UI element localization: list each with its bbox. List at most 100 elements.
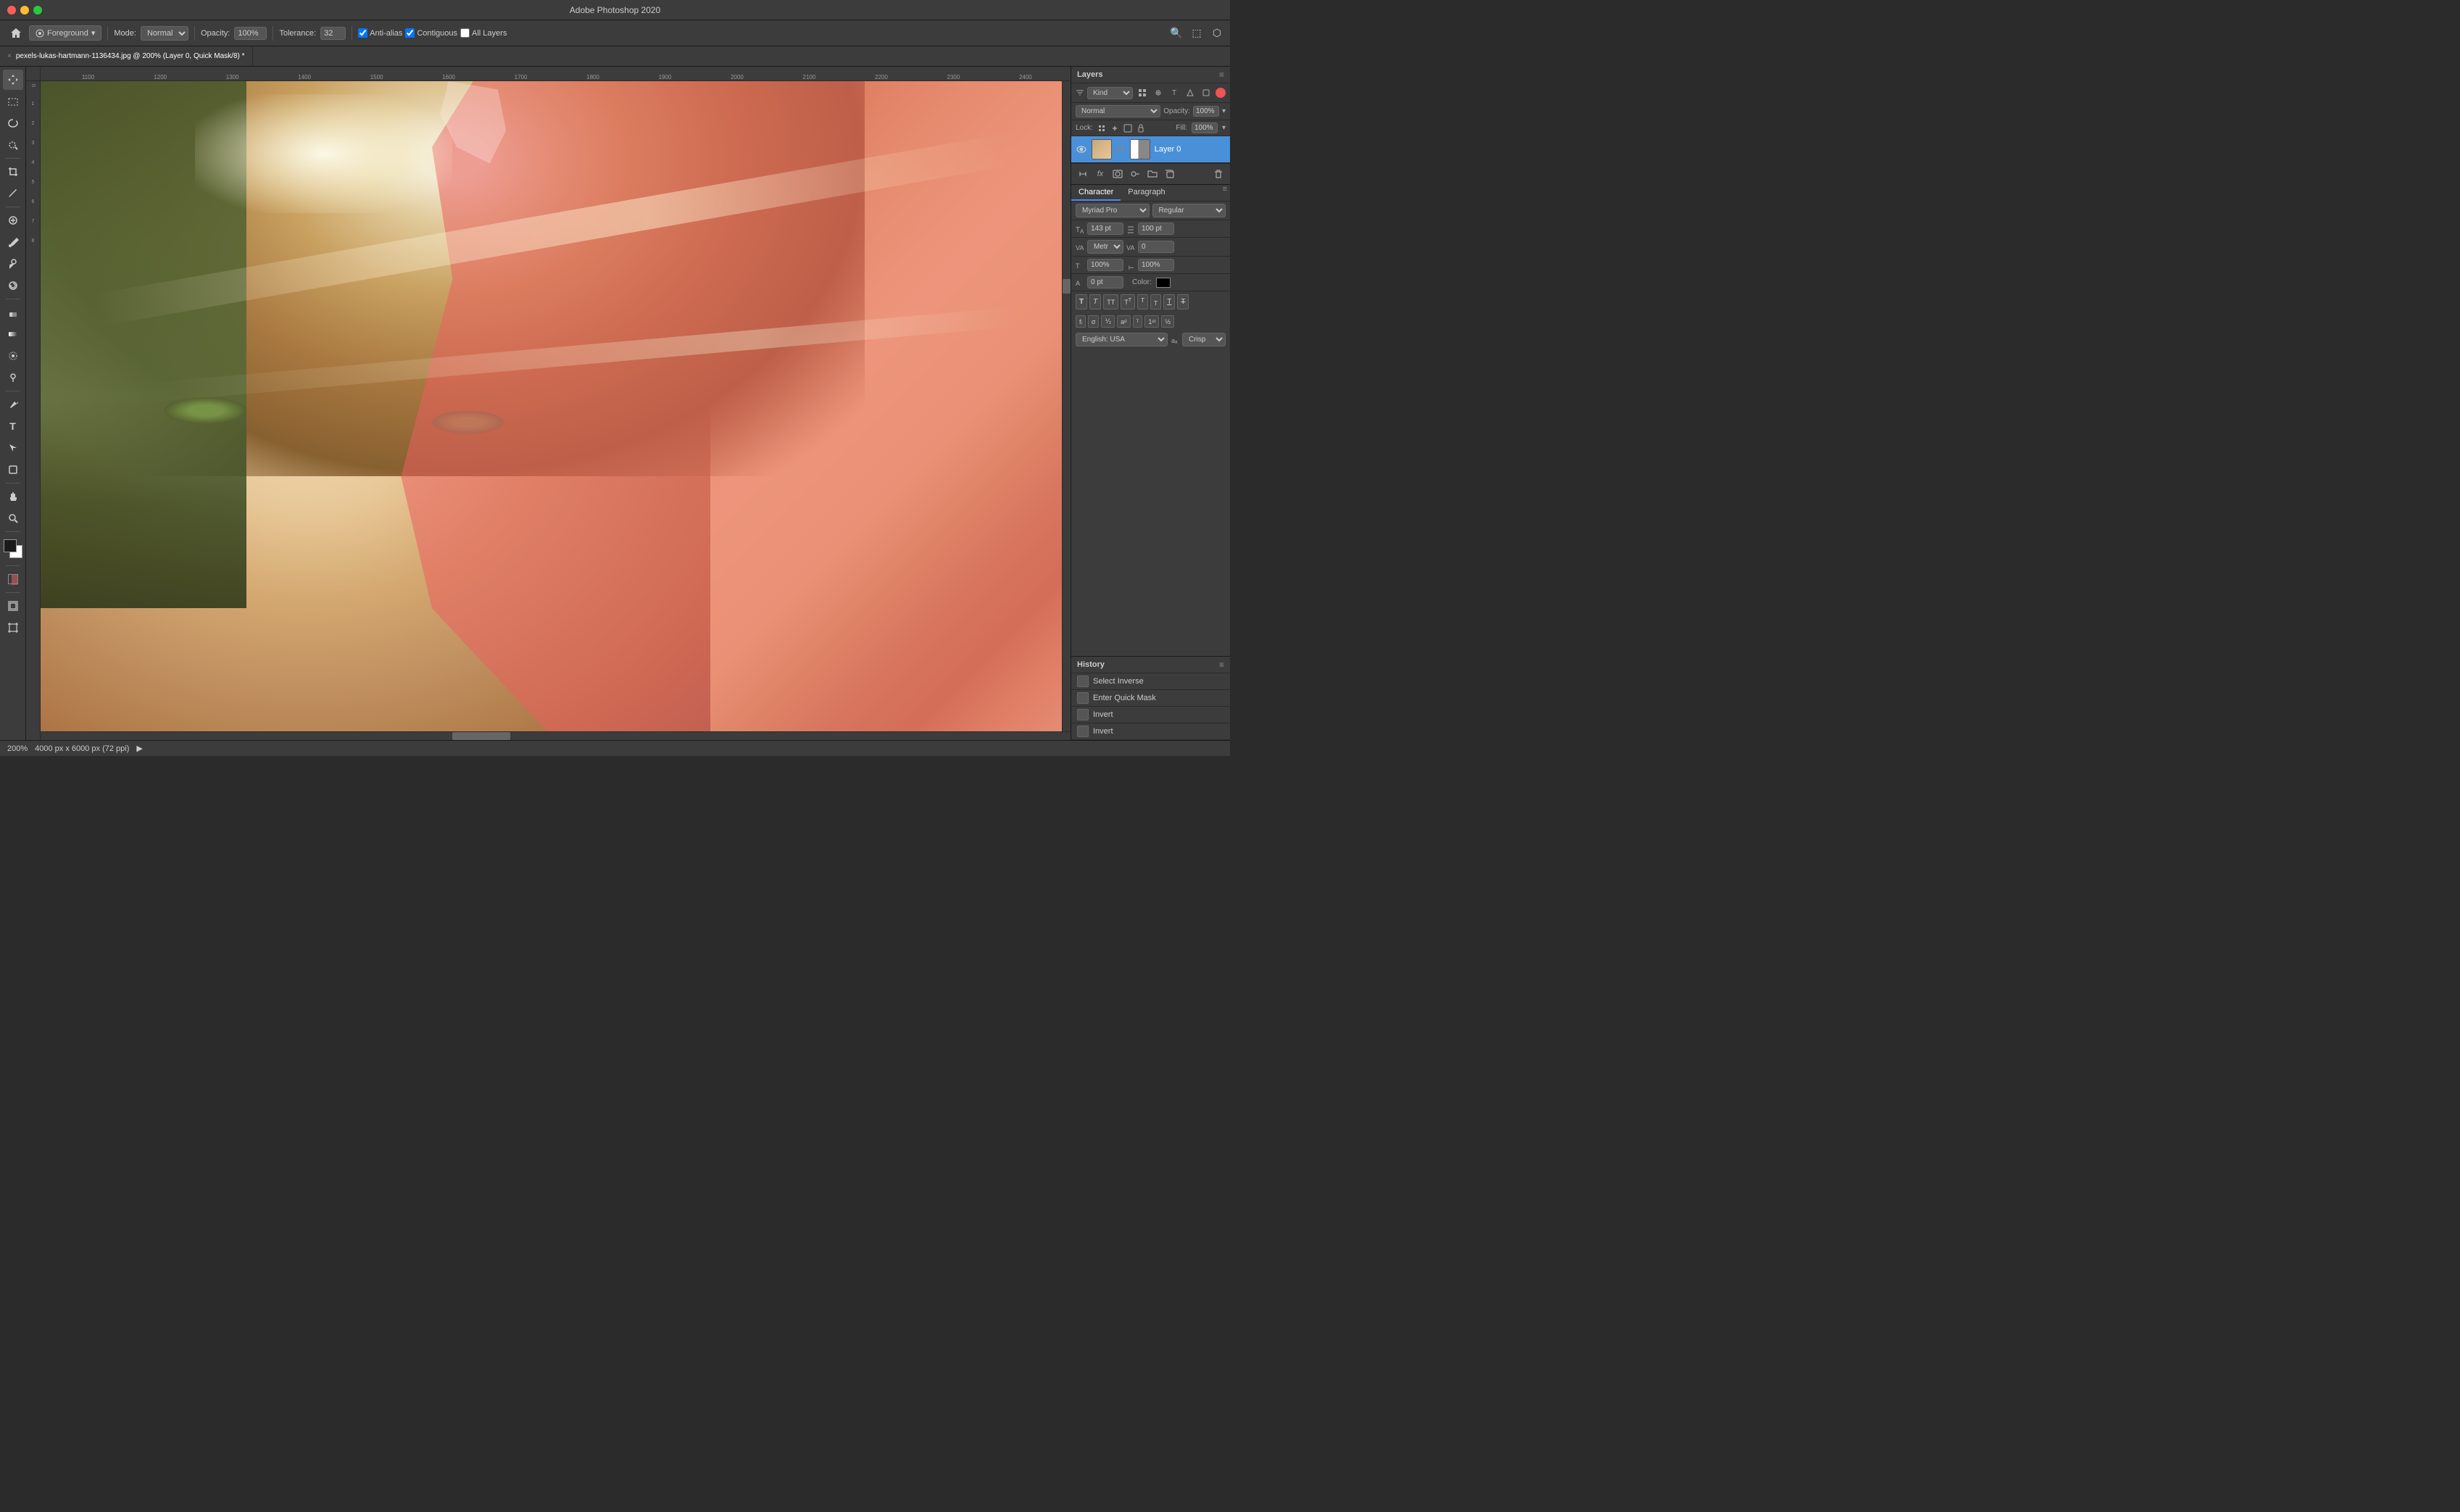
eyedropper-tool[interactable] [3, 183, 23, 204]
scrollbar-thumb-v[interactable] [1063, 279, 1071, 294]
home-button[interactable] [6, 23, 26, 43]
stamp-tool[interactable] [3, 254, 23, 274]
marquee-tool[interactable] [3, 91, 23, 112]
history-item-1[interactable]: Enter Quick Mask [1071, 690, 1230, 707]
crop-tool[interactable] [3, 162, 23, 182]
char-color-swatch[interactable] [1156, 278, 1171, 288]
style-smallcaps-btn[interactable]: TT [1121, 294, 1135, 310]
filter-kind-dropdown[interactable]: Kind [1087, 87, 1133, 99]
ligature-btn[interactable]: fᵢ [1076, 315, 1086, 328]
tab-paragraph[interactable]: Paragraph [1121, 185, 1172, 201]
delete-layer-btn[interactable] [1211, 167, 1226, 181]
brush-tool[interactable] [3, 232, 23, 252]
leading-input[interactable] [1138, 223, 1174, 235]
history-menu-btn[interactable]: ≡ [1219, 660, 1224, 670]
style-super-btn[interactable]: T [1137, 294, 1148, 310]
status-arrow[interactable]: ▶ [136, 744, 142, 753]
contiguous-checkbox[interactable]: Contiguous [405, 28, 457, 38]
color-picker[interactable] [2, 538, 24, 560]
style-sub-btn[interactable]: T [1150, 294, 1161, 310]
frac-btn[interactable]: ½ [1161, 315, 1174, 328]
language-dropdown[interactable]: English: USA [1076, 333, 1168, 346]
path-select-tool[interactable] [3, 438, 23, 458]
search-button[interactable]: 🔍 [1169, 26, 1184, 41]
history-brush-tool[interactable] [3, 275, 23, 296]
baseline-input[interactable] [1087, 276, 1123, 288]
mode-dropdown[interactable]: Normal [141, 26, 188, 41]
healing-tool[interactable] [3, 210, 23, 230]
tab-character[interactable]: Character [1071, 185, 1121, 201]
dodge-tool[interactable] [3, 367, 23, 388]
lock-artboard-icon[interactable] [1123, 124, 1132, 133]
tab-close-icon[interactable]: × [7, 52, 12, 60]
lock-pixel-icon[interactable] [1097, 124, 1106, 133]
all-layers-checkbox[interactable]: All Layers [460, 28, 507, 38]
layer-photo-thumb[interactable] [1092, 139, 1112, 159]
char-panel-menu[interactable]: ≡ [1223, 185, 1230, 201]
filter-text-btn[interactable]: T [1168, 86, 1181, 99]
filter-adj-btn[interactable] [1152, 86, 1165, 99]
move-tool[interactable] [3, 70, 23, 90]
lasso-tool[interactable] [3, 113, 23, 133]
swash-btn[interactable]: aᵈ [1117, 315, 1130, 328]
fill-dropdown-arrow[interactable]: ▾ [1222, 124, 1226, 132]
screen-mode-btn[interactable] [3, 596, 23, 616]
layer-visibility-icon[interactable] [1076, 144, 1087, 155]
lock-pos-icon[interactable] [1110, 124, 1119, 133]
layer-item-0[interactable]: ⛓ Layer 0 [1071, 136, 1230, 163]
disc-btn[interactable]: ⅟₂ [1101, 315, 1115, 328]
style-allcaps-btn[interactable]: TT [1103, 294, 1118, 310]
layers-menu-btn[interactable]: ≡ [1219, 70, 1224, 80]
group-layers-btn[interactable] [1145, 167, 1160, 181]
minimize-button[interactable] [20, 6, 29, 14]
eraser-tool[interactable] [3, 302, 23, 323]
scrollbar-thumb-h[interactable] [452, 732, 510, 740]
filter-pixel-btn[interactable] [1136, 86, 1149, 99]
blur-tool[interactable] [3, 346, 23, 366]
opacity-value[interactable] [1193, 106, 1219, 117]
lock-all-icon[interactable] [1136, 124, 1145, 133]
history-item-0[interactable]: Select Inverse [1071, 673, 1230, 690]
quick-select-tool[interactable] [3, 135, 23, 155]
text-tool[interactable]: T [3, 416, 23, 436]
hscale-input[interactable] [1087, 259, 1123, 271]
workspace-button[interactable]: ⬚ [1189, 26, 1204, 41]
fill-value[interactable] [1192, 122, 1218, 133]
vscale-input[interactable] [1138, 259, 1174, 271]
style-underline-btn[interactable]: T [1163, 294, 1175, 310]
style-italic-btn[interactable]: T [1089, 294, 1101, 310]
scrollbar-h[interactable] [41, 731, 1071, 740]
tolerance-input[interactable] [320, 27, 346, 40]
kerning-dropdown[interactable]: Metrics [1087, 240, 1123, 254]
oldstyle-btn[interactable]: σ [1088, 315, 1100, 328]
new-layer-btn[interactable] [1163, 167, 1177, 181]
file-tab[interactable]: × pexels-lukas-hartmann-1136434.jpg @ 20… [0, 46, 253, 66]
history-item-2[interactable]: Invert [1071, 707, 1230, 723]
gradient-tool[interactable] [3, 324, 23, 344]
blend-mode-dropdown[interactable]: Normal [1076, 105, 1160, 117]
anti-alias-checkbox[interactable]: Anti-alias [358, 28, 402, 38]
titling-btn[interactable]: ᵀ [1133, 315, 1143, 328]
close-button[interactable] [7, 6, 16, 14]
tracking-input[interactable] [1138, 241, 1174, 253]
zoom-tool[interactable] [3, 508, 23, 528]
hand-tool[interactable] [3, 486, 23, 507]
shape-tool[interactable] [3, 460, 23, 480]
foreground-color[interactable] [4, 539, 17, 552]
aa-dropdown[interactable]: Crisp [1182, 333, 1226, 346]
style-strike-btn[interactable]: T [1177, 294, 1189, 310]
layer-fx-btn[interactable]: fx [1093, 167, 1108, 181]
filter-shape-btn[interactable] [1184, 86, 1197, 99]
canvas-image[interactable] [41, 81, 1071, 740]
add-mask-btn[interactable] [1110, 167, 1125, 181]
tool-selector[interactable]: Foreground ▾ [29, 25, 101, 41]
layer-mask-thumb[interactable] [1130, 139, 1150, 159]
opacity-input[interactable] [234, 27, 267, 40]
pen-tool[interactable] [3, 394, 23, 415]
opacity-dropdown-arrow[interactable]: ▾ [1222, 107, 1226, 115]
font-style-dropdown[interactable]: Regular [1152, 204, 1226, 217]
history-item-3[interactable]: Invert [1071, 723, 1230, 740]
scrollbar-v[interactable] [1062, 81, 1071, 740]
adjustment-btn[interactable] [1128, 167, 1142, 181]
filter-toggle[interactable] [1216, 88, 1226, 98]
